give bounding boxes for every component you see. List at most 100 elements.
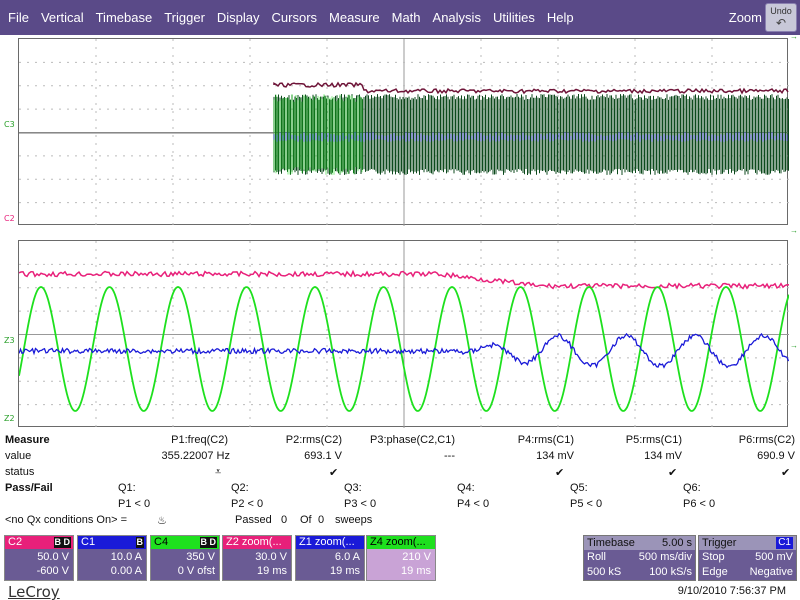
channel-id: Z2 zoom(... (226, 536, 282, 548)
passfail-cond-row: P1 < 0 P2 < 0 P3 < 0 P4 < 0 P5 < 0 P6 < … (0, 498, 800, 514)
q4-label[interactable]: Q4: (457, 482, 475, 494)
trigger-descriptor[interactable]: Trigger C1 Stop 500 mV Edge Negative (698, 535, 797, 581)
menu-analysis[interactable]: Analysis (427, 0, 487, 35)
menu-cursors[interactable]: Cursors (266, 0, 324, 35)
channel-body: 6.0 A 19 ms (296, 549, 364, 580)
channel-badge: B D (199, 537, 217, 548)
timebase-scale: 500 ms/div (638, 551, 692, 563)
measure-table: Measure P1:freq(C2) P2:rms(C2) P3:phase(… (0, 434, 800, 530)
trigger-level: 500 mV (755, 551, 793, 563)
param-p3-name[interactable]: P3:phase(C2,C1) (370, 434, 455, 446)
channel-id: Z4 zoom(... (370, 536, 426, 548)
param-p6-value: 690.9 V (757, 450, 795, 462)
q2-label[interactable]: Q2: (231, 482, 249, 494)
measure-label[interactable]: Measure (5, 434, 50, 446)
channel-offset: 19 ms (401, 565, 431, 577)
menu-utilities[interactable]: Utilities (487, 0, 541, 35)
param-p2-value: 693.1 V (304, 450, 342, 462)
menu-timebase[interactable]: Timebase (90, 0, 159, 35)
undo-arrow-icon: ↶ (775, 16, 787, 30)
param-p6-name[interactable]: P6:rms(C2) (739, 434, 795, 446)
c3-ground-marker[interactable]: C3 (4, 120, 15, 129)
p5-status-check-icon: ✔ (668, 467, 678, 479)
param-p3-value: --- (444, 450, 455, 462)
timebase-row-1: Roll 500 ms/div (584, 550, 695, 565)
menu-help[interactable]: Help (541, 0, 580, 35)
menu-vertical[interactable]: Vertical (35, 0, 90, 35)
lower-zoom-svg (19, 241, 789, 428)
channel-descriptor-5[interactable]: Z1 zoom(... 6.0 A 19 ms (295, 535, 365, 581)
param-p4-value: 134 mV (536, 450, 574, 462)
menu-display[interactable]: Display (211, 0, 266, 35)
channel-header: Z2 zoom(... (223, 536, 291, 549)
passfail-label[interactable]: Pass/Fail (5, 482, 53, 494)
q5-label[interactable]: Q5: (570, 482, 588, 494)
channel-scale: 210 V (402, 551, 431, 563)
sweeps-label: sweeps (335, 514, 373, 526)
param-p4-name[interactable]: P4:rms(C1) (518, 434, 574, 446)
channel-scale: 6.0 A (334, 551, 360, 563)
channel-offset: 19 ms (330, 565, 360, 577)
lower-zoom-grid[interactable] (18, 240, 789, 428)
trigger-mode: Stop (702, 551, 725, 563)
q1-condition: P1 < 0 (118, 498, 151, 510)
channel-descriptor-4[interactable]: Z2 zoom(... 30.0 V 19 ms (222, 535, 292, 581)
upper-waveform-grid[interactable] (18, 38, 789, 226)
channel-offset: 0 V ofst (177, 565, 215, 577)
trigger-header: Trigger C1 (699, 536, 796, 550)
trigger-title: Trigger (702, 537, 737, 549)
c2-ground-marker[interactable]: C2 (4, 214, 15, 223)
channel-badge: B D (53, 537, 71, 548)
trigger-row-1: Stop 500 mV (699, 550, 796, 565)
channel-header: Z4 zoom(... (367, 536, 435, 549)
menu-measure[interactable]: Measure (323, 0, 386, 35)
channel-scale: 50.0 V (37, 551, 69, 563)
c2-trace (273, 81, 789, 95)
timebase-rate: 100 kS/s (649, 566, 692, 578)
menu-trigger[interactable]: Trigger (158, 0, 211, 35)
passfail-q-row: Pass/Fail Q1: Q2: Q3: Q4: Q5: Q6: (0, 482, 800, 498)
q6-label[interactable]: Q6: (683, 482, 701, 494)
timebase-samples: 500 kS (587, 566, 622, 578)
status-footer: LeCroy 9/10/2010 7:56:37 PM (0, 582, 800, 600)
menu-bar: File Vertical Timebase Trigger Display Cursor… (0, 0, 800, 35)
channel-descriptor-6[interactable]: Z4 zoom(... 210 V 19 ms (366, 535, 436, 581)
timebase-descriptor[interactable]: Timebase 5.00 s Roll 500 ms/div 500 kS 1… (583, 535, 696, 581)
param-p2-name[interactable]: P2:rms(C2) (286, 434, 342, 446)
bell-icon: ♨ (157, 515, 167, 527)
channel-descriptor-1[interactable]: C2 B D 50.0 V -600 V (4, 535, 74, 581)
channel-id: C1 (81, 536, 96, 548)
channel-id: Z1 zoom(... (299, 536, 355, 548)
p2-status-check-icon: ✔ (329, 467, 339, 479)
q3-condition: P3 < 0 (344, 498, 377, 510)
menu-math[interactable]: Math (386, 0, 427, 35)
timebase-value: 5.00 s (662, 537, 692, 549)
channel-descriptor-2[interactable]: C1 B 10.0 A 0.00 A (77, 535, 147, 581)
channel-descriptor-3[interactable]: C4 B D 350 V 0 V ofst (150, 535, 220, 581)
z2-marker[interactable]: Z2 (4, 414, 15, 423)
param-p1-name[interactable]: P1:freq(C2) (171, 434, 228, 446)
channel-id: C2 (8, 536, 23, 548)
channel-badge: B (135, 537, 144, 548)
q3-label[interactable]: Q3: (344, 482, 362, 494)
of-value: 0 (318, 514, 325, 526)
p4-status-check-icon: ✔ (555, 467, 565, 479)
q2-condition: P2 < 0 (231, 498, 264, 510)
menu-file[interactable]: File (0, 0, 35, 35)
trigger-row-2: Edge Negative (699, 565, 796, 580)
param-p5-name[interactable]: P5:rms(C1) (626, 434, 682, 446)
channel-header: C4 B D (151, 536, 219, 549)
trigger-source-badge: C1 (776, 537, 793, 549)
lecroy-logo: LeCroy (8, 583, 60, 600)
measure-status-row: status ⩡ ✔ ✔ ✔ ✔ (0, 466, 800, 482)
c4-burst-trace (273, 94, 789, 175)
channel-header: C2 B D (5, 536, 73, 549)
zoom-button[interactable]: Zoom (729, 0, 762, 35)
z3-marker[interactable]: Z3 (4, 336, 15, 345)
q6-condition: P6 < 0 (683, 498, 716, 510)
q1-label[interactable]: Q1: (118, 482, 136, 494)
status-label: status (5, 466, 35, 478)
undo-button[interactable]: Undo ↶ (765, 3, 797, 32)
grid1-bottom-right-arrow-icon: → (790, 226, 798, 235)
timebase-title: Timebase (587, 537, 635, 549)
